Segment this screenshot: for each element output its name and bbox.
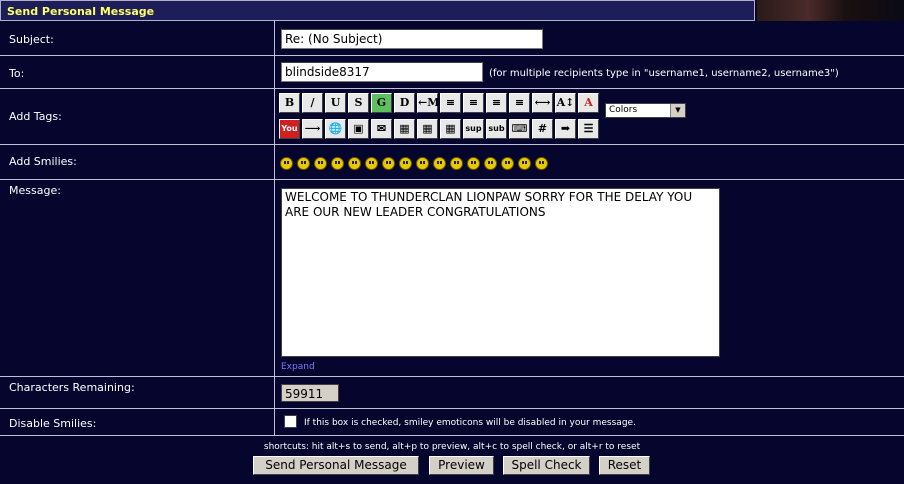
align-left-button[interactable]: ≡ (440, 93, 461, 113)
smilies-row: Add Smilies: (0, 145, 904, 180)
expand-link[interactable]: Expand (281, 362, 315, 372)
smilies-label-cell: Add Smilies: (0, 145, 275, 179)
subject-label-cell: Subject: (0, 21, 275, 55)
youtube-button[interactable]: You (279, 119, 300, 139)
lipsrsealed-icon[interactable] (484, 157, 497, 170)
image-button[interactable]: ▣ (348, 119, 369, 139)
tongue-icon[interactable] (450, 157, 463, 170)
sad-icon[interactable] (365, 157, 378, 170)
cheesy-icon[interactable] (314, 157, 327, 170)
smiley-icon[interactable] (280, 157, 293, 170)
align-right-button[interactable]: ≡ (509, 93, 530, 113)
email-button[interactable]: ✉ (371, 119, 392, 139)
huh-icon[interactable] (416, 157, 429, 170)
corner-image (757, 0, 904, 21)
underline-button[interactable]: U (325, 93, 346, 113)
teletype-button[interactable]: ⌨ (509, 119, 530, 139)
preview-button[interactable]: Preview (429, 456, 494, 475)
reset-button[interactable]: Reset (599, 456, 650, 475)
colors-dropdown[interactable]: Colors ▼ (605, 103, 686, 118)
glow-button[interactable]: G (371, 93, 392, 113)
move-button[interactable]: ←M (417, 93, 439, 113)
cry-icon[interactable] (535, 157, 548, 170)
chars-remaining-counter: 59911 (281, 384, 339, 402)
message-textarea[interactable]: WELCOME TO THUNDERCLAN LIONPAW SORRY FOR… (281, 188, 720, 357)
send-button[interactable]: Send Personal Message (253, 456, 419, 475)
to-value-cell: blindside8317 (for multiple recipients t… (276, 56, 904, 88)
chars-label: Characters Remaining: (9, 381, 135, 394)
message-value-cell: WELCOME TO THUNDERCLAN LIONPAW SORRY FOR… (276, 180, 904, 376)
tags-label: Add Tags: (9, 110, 62, 123)
link-button[interactable]: 🌐 (325, 119, 346, 139)
footer: shortcuts: hit alt+s to send, alt+p to p… (0, 436, 904, 484)
bold-button[interactable]: B (279, 93, 300, 113)
table-cell-button[interactable]: ▦ (440, 119, 461, 139)
smilies-bar (276, 145, 904, 179)
chars-row: Characters Remaining: 59911 (0, 377, 904, 409)
laugh-icon[interactable] (331, 157, 344, 170)
message-label-cell: Message: (0, 180, 275, 376)
align-center2-button[interactable]: ≡ (486, 93, 507, 113)
disable-smilies-label: Disable Smilies: (9, 417, 97, 430)
to-hint: (for multiple recipients type in "userna… (489, 68, 839, 79)
form-header: Send Personal Message (0, 0, 755, 21)
to-row: To: blindside8317 (for multiple recipien… (0, 56, 904, 89)
kiss-icon[interactable] (518, 157, 531, 170)
table-row-button[interactable]: ▦ (417, 119, 438, 139)
horizontal-rule-button[interactable]: ⟷ (532, 93, 553, 113)
quote-button[interactable]: ➡ (555, 119, 576, 139)
embarrassed-icon[interactable] (467, 157, 480, 170)
tags-toolbar: B / U S G D ←M ≡ ≡ ≡ ≡ ⟷ A↕ A You ⟶ 🌐 ▣ ✉ ▦ ▦ ▦ sup sub ⌨ # ➡ ☰ Colo… (276, 89, 904, 144)
subject-label: Subject: (9, 33, 54, 46)
cool-icon[interactable] (399, 157, 412, 170)
shocked-icon[interactable] (382, 157, 395, 170)
page-title: Send Personal Message (7, 5, 155, 18)
subject-row: Subject: Re: (No Subject) (0, 21, 904, 56)
shortcuts-text: shortcuts: hit alt+s to send, alt+p to p… (263, 442, 641, 452)
to-label: To: (9, 67, 25, 80)
to-input[interactable]: blindside8317 (281, 62, 483, 82)
italic-button[interactable]: / (302, 93, 323, 113)
align-center-button[interactable]: ≡ (463, 93, 484, 113)
chars-label-cell: Characters Remaining: (0, 377, 275, 408)
colors-dropdown-value: Colors (609, 105, 638, 115)
subject-value-cell: Re: (No Subject) (276, 21, 904, 55)
spell-check-button[interactable]: Spell Check (503, 456, 590, 475)
tags-label-cell: Add Tags: (0, 89, 275, 144)
chevron-down-icon: ▼ (670, 104, 685, 117)
strike-button[interactable]: S (348, 93, 369, 113)
tags-row: Add Tags: B / U S G D ←M ≡ ≡ ≡ ≡ ⟷ A↕ A You ⟶ 🌐 ▣ ✉ ▦ ▦ ▦ sup s… (0, 89, 904, 145)
subject-input[interactable]: Re: (No Subject) (281, 29, 543, 49)
table-button[interactable]: ▦ (394, 119, 415, 139)
grin-icon[interactable] (297, 157, 310, 170)
send-pm-form: Send Personal Message Subject: Re: (No S… (0, 0, 904, 484)
shadow-button[interactable]: D (394, 93, 415, 113)
arrow-button[interactable]: ⟶ (302, 119, 323, 139)
disable-smilies-value-cell: If this box is checked, smiley emoticons… (276, 409, 904, 435)
subscript-button[interactable]: sub (486, 119, 507, 139)
disable-smilies-row: Disable Smilies: If this box is checked,… (0, 409, 904, 436)
undecided-icon[interactable] (501, 157, 514, 170)
font-size-button[interactable]: A↕ (555, 93, 576, 113)
font-color-button[interactable]: A (578, 93, 599, 113)
disable-smilies-checkbox[interactable] (284, 415, 297, 428)
to-label-cell: To: (0, 56, 275, 88)
message-row: Message: WELCOME TO THUNDERCLAN LIONPAW … (0, 180, 904, 377)
superscript-button[interactable]: sup (463, 119, 484, 139)
chars-value-cell: 59911 (276, 377, 904, 408)
angry-icon[interactable] (348, 157, 361, 170)
smilies-label: Add Smilies: (9, 155, 77, 168)
rolleyes-icon[interactable] (433, 157, 446, 170)
disable-smilies-label-cell: Disable Smilies: (0, 409, 275, 435)
message-label: Message: (9, 184, 61, 197)
disable-smilies-text: If this box is checked, smiley emoticons… (304, 418, 636, 428)
list-button[interactable]: ☰ (578, 119, 599, 139)
code-button[interactable]: # (532, 119, 553, 139)
